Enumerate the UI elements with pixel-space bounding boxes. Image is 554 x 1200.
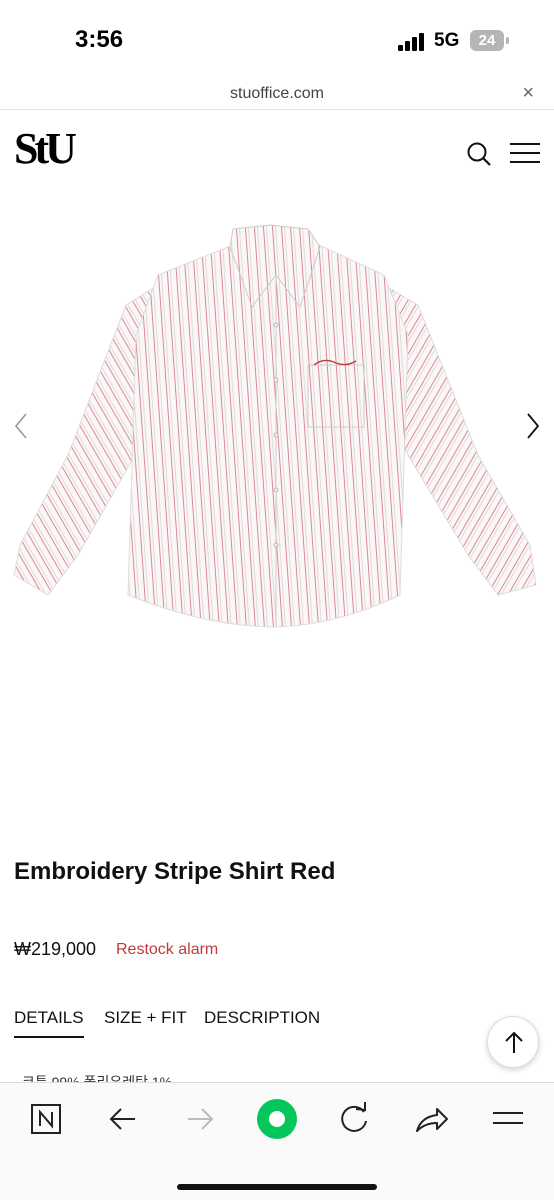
cellular-signal-icon	[398, 33, 426, 51]
product-image	[8, 215, 544, 635]
url-text[interactable]: stuoffice.com	[0, 85, 554, 103]
restock-alarm-link[interactable]: Restock alarm	[116, 941, 218, 959]
site-logo[interactable]: StU	[14, 125, 77, 173]
scroll-to-top-button[interactable]	[487, 1016, 539, 1068]
share-icon[interactable]	[409, 1097, 453, 1141]
product-price: ₩219,000	[14, 939, 97, 959]
battery-tip	[506, 37, 509, 44]
product-title: Embroidery Stripe Shirt Red	[14, 858, 336, 885]
browser-url-bar[interactable]: stuoffice.com ×	[0, 80, 554, 110]
reload-icon[interactable]	[332, 1097, 376, 1141]
home-indicator	[177, 1184, 377, 1190]
status-time: 3:56	[75, 26, 124, 53]
details-text: 코튼 99% 폴리우레탄 1%	[22, 1074, 173, 1082]
search-icon[interactable]	[466, 141, 492, 167]
battery-icon: 24	[470, 30, 504, 51]
tab-size-fit[interactable]: SIZE + FIT	[104, 1008, 187, 1028]
site-header: StU	[0, 111, 554, 201]
arrow-up-icon	[505, 1031, 523, 1053]
tab-description[interactable]: DESCRIPTION	[204, 1008, 320, 1028]
close-icon[interactable]: ×	[522, 82, 534, 105]
network-type: 5G	[434, 30, 460, 51]
back-arrow-icon[interactable]	[101, 1097, 145, 1141]
naver-home-icon[interactable]	[24, 1097, 68, 1141]
menu-icon[interactable]	[486, 1097, 530, 1141]
green-circle-icon[interactable]	[255, 1097, 299, 1141]
chevron-right-icon[interactable]	[522, 411, 542, 441]
hamburger-menu-icon[interactable]	[510, 143, 540, 165]
browser-toolbar	[0, 1082, 554, 1200]
tab-details[interactable]: DETAILS	[14, 1008, 84, 1038]
product-gallery[interactable]	[0, 201, 554, 821]
forward-arrow-icon[interactable]	[178, 1097, 222, 1141]
status-bar: 3:56 5G 24	[0, 0, 554, 80]
